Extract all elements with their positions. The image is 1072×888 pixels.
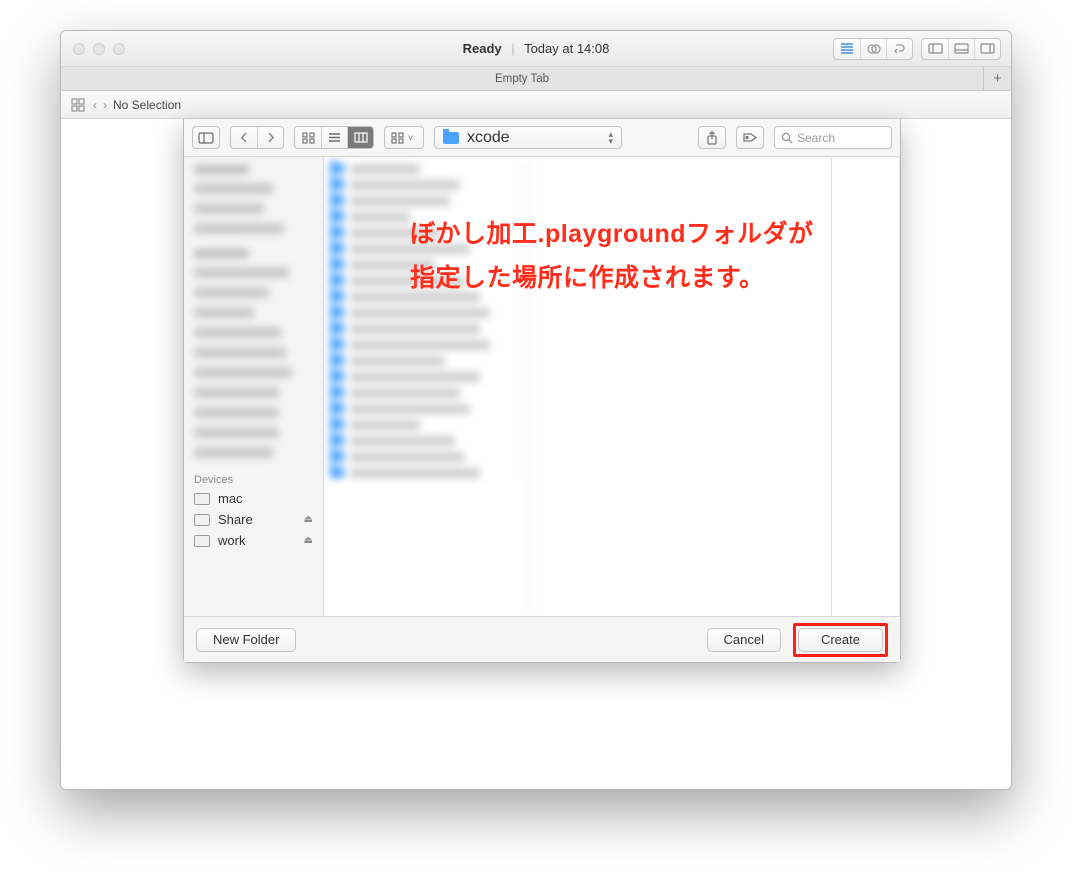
sidebar-item-label: Share — [218, 512, 253, 527]
disk-icon — [194, 493, 210, 505]
sidebar-section-devices: Devices — [184, 468, 323, 488]
disk-icon — [194, 514, 210, 526]
stepper-icon: ▴▾ — [608, 131, 613, 145]
back-button[interactable] — [231, 127, 257, 148]
plus-icon: + — [993, 70, 1002, 87]
panel-visibility-segmented[interactable] — [921, 38, 1001, 60]
browser-column-1[interactable]: › › › › › › › › › › › › › › › — [324, 157, 530, 616]
tab-label: Empty Tab — [495, 73, 549, 85]
new-folder-button[interactable]: New Folder — [196, 628, 296, 652]
nav-forward-icon[interactable]: › — [103, 98, 107, 112]
search-placeholder: Search — [797, 131, 835, 145]
sheet-toolbar: ˅ xcode ▴▾ Search — [184, 119, 900, 157]
window-traffic-lights[interactable] — [61, 43, 125, 55]
tab-empty[interactable]: Empty Tab — [61, 67, 983, 90]
left-panel-toggle-icon[interactable] — [922, 39, 948, 59]
breadcrumb: No Selection — [113, 98, 181, 112]
separator: | — [511, 41, 514, 56]
eject-icon[interactable]: ⏏ — [304, 535, 313, 546]
sheet-sidebar: Devices mac Share ⏏ work ⏏ — [184, 157, 324, 616]
standard-editor-icon[interactable] — [834, 39, 860, 59]
folder-icon — [443, 132, 459, 144]
browser-column-3[interactable] — [832, 157, 900, 616]
chevron-down-icon: ˅ — [408, 133, 413, 143]
button-label: New Folder — [213, 632, 279, 647]
save-sheet: ˅ xcode ▴▾ Search — [183, 119, 901, 663]
sidebar-toggle-button[interactable] — [192, 126, 220, 149]
sheet-footer: New Folder Cancel Create — [184, 616, 900, 662]
bottom-panel-toggle-icon[interactable] — [948, 39, 974, 59]
path-label: xcode — [467, 129, 510, 147]
nav-segmented[interactable] — [230, 126, 284, 149]
column-browser[interactable]: › › › › › › › › › › › › › › › — [324, 157, 900, 616]
sidebar-blurred-section — [184, 161, 323, 468]
grouping-dropdown[interactable]: ˅ — [384, 126, 424, 149]
disk-icon — [194, 535, 210, 547]
editor-area: ˅ xcode ▴▾ Search — [61, 119, 1011, 789]
annotation-highlight-box: Create — [793, 623, 888, 657]
sheet-body: Devices mac Share ⏏ work ⏏ — [184, 157, 900, 616]
build-time-label: Today at 14:08 — [524, 41, 609, 56]
button-label: Cancel — [724, 632, 764, 647]
eject-icon[interactable]: ⏏ — [304, 514, 313, 525]
tabbar: Empty Tab + — [61, 67, 1011, 91]
sidebar-item-label: mac — [218, 491, 243, 506]
zoom-window-icon[interactable] — [113, 43, 125, 55]
minimize-window-icon[interactable] — [93, 43, 105, 55]
share-button[interactable] — [698, 126, 726, 149]
version-editor-icon[interactable] — [886, 39, 912, 59]
new-tab-button[interactable]: + — [983, 67, 1011, 90]
jump-bar: ‹ › No Selection — [61, 91, 1011, 119]
create-button[interactable]: Create — [798, 628, 883, 652]
view-mode-segmented[interactable] — [294, 126, 374, 149]
assistant-editor-icon[interactable] — [860, 39, 886, 59]
sidebar-device-mac[interactable]: mac — [184, 488, 323, 509]
sidebar-device-share[interactable]: Share ⏏ — [184, 509, 323, 530]
search-field[interactable]: Search — [774, 126, 892, 149]
tags-button[interactable] — [736, 126, 764, 149]
build-status-label: Ready — [463, 41, 502, 56]
right-panel-toggle-icon[interactable] — [974, 39, 1000, 59]
cancel-button[interactable]: Cancel — [707, 628, 781, 652]
xcode-window: Ready | Today at 14:08 — [60, 30, 1012, 790]
list-view-icon[interactable] — [321, 127, 347, 148]
browser-column-2[interactable] — [530, 157, 832, 616]
editor-mode-segmented[interactable] — [833, 38, 913, 60]
icon-view-icon[interactable] — [295, 127, 321, 148]
column-view-icon[interactable] — [347, 127, 373, 148]
button-label: Create — [821, 632, 860, 647]
nav-back-icon[interactable]: ‹ — [93, 98, 97, 112]
titlebar: Ready | Today at 14:08 — [61, 31, 1011, 67]
path-dropdown[interactable]: xcode ▴▾ — [434, 126, 622, 149]
sidebar-device-work[interactable]: work ⏏ — [184, 530, 323, 551]
forward-button[interactable] — [257, 127, 283, 148]
search-icon — [781, 132, 793, 144]
close-window-icon[interactable] — [73, 43, 85, 55]
related-items-icon[interactable] — [69, 96, 87, 114]
sidebar-item-label: work — [218, 533, 245, 548]
